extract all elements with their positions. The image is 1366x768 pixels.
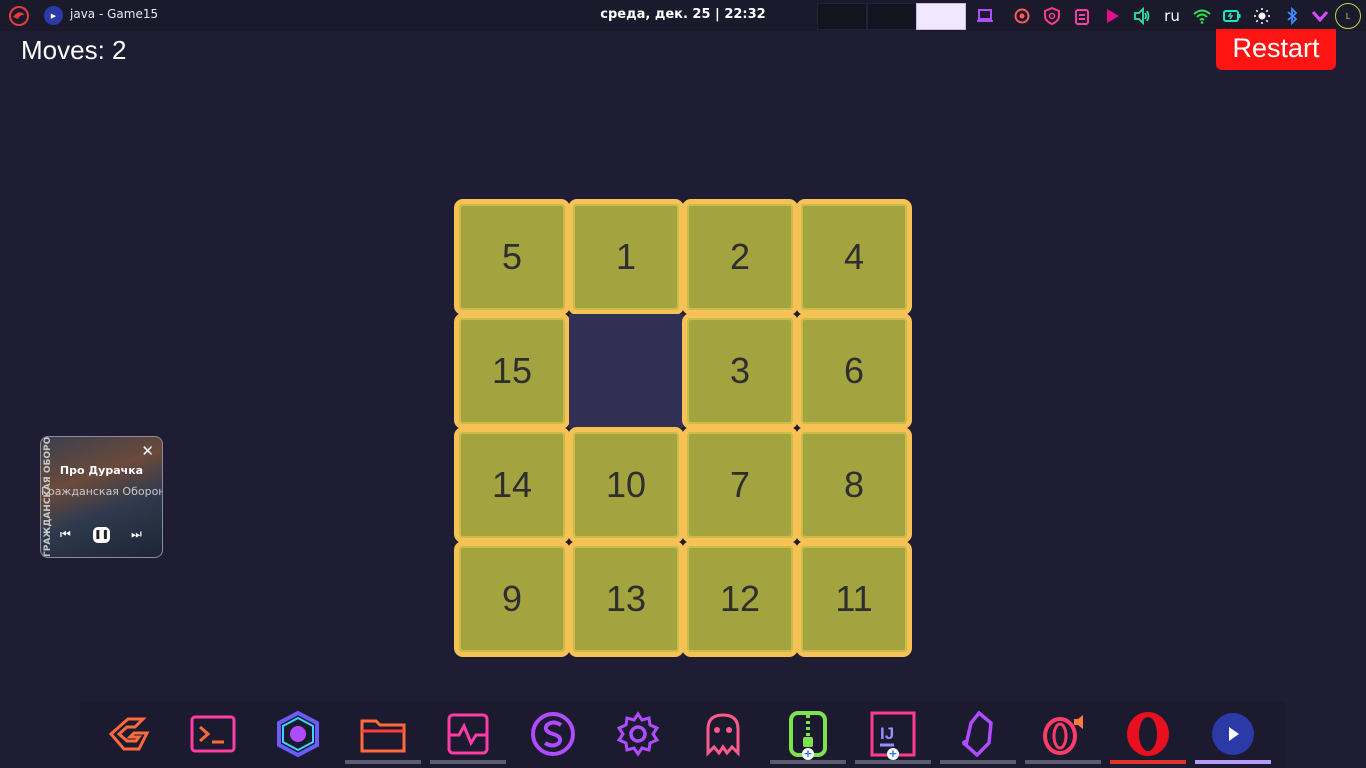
- top-panel: ▶ java - Game15 среда, дек. 25 | 22:32 r…: [0, 0, 1366, 31]
- stealth-app-icon[interactable]: [260, 706, 336, 762]
- puzzle-tile[interactable]: 3: [682, 313, 798, 429]
- laptop-icon[interactable]: [974, 4, 996, 28]
- puzzle-tile[interactable]: 5: [454, 199, 570, 315]
- running-indicator: [770, 760, 846, 764]
- running-indicator: [1195, 760, 1271, 764]
- running-indicator: [940, 760, 1016, 764]
- system-monitor-icon[interactable]: [430, 706, 506, 764]
- archive-manager-icon[interactable]: +: [770, 706, 846, 764]
- track-title: Про Дурачка: [59, 464, 144, 477]
- media-player-widget[interactable]: ГРАЖДАНСКАЯ ОБОРОНА ✕ Про Дурачка Гражда…: [40, 436, 163, 558]
- ghost-app-icon[interactable]: [685, 706, 761, 762]
- running-indicator: [345, 760, 421, 764]
- files-icon[interactable]: [345, 706, 421, 764]
- puzzle-tile[interactable]: 14: [454, 427, 570, 543]
- running-indicator: [1110, 760, 1186, 764]
- volume-icon[interactable]: [1131, 4, 1153, 28]
- puzzle-tile[interactable]: 8: [796, 427, 912, 543]
- intellij-idea-icon[interactable]: IJ +: [855, 706, 931, 764]
- app-launcher-icon[interactable]: [90, 706, 166, 762]
- workspace-2[interactable]: [867, 3, 917, 30]
- distro-logo-icon[interactable]: [8, 5, 30, 27]
- puzzle-tile[interactable]: 9: [454, 541, 570, 657]
- close-icon[interactable]: ✕: [141, 442, 154, 460]
- s-app-icon[interactable]: [515, 706, 591, 762]
- puzzle-tile[interactable]: 10: [568, 427, 684, 543]
- workspace-1[interactable]: [817, 3, 867, 30]
- restart-button[interactable]: Restart: [1216, 29, 1336, 70]
- plus-badge-icon: +: [887, 747, 899, 760]
- terminal-icon[interactable]: [175, 706, 251, 762]
- puzzle-tile[interactable]: 4: [796, 199, 912, 315]
- puzzle-tile[interactable]: 6: [796, 313, 912, 429]
- puzzle-tile[interactable]: 2: [682, 199, 798, 315]
- opera-icon[interactable]: [1110, 706, 1186, 764]
- puzzle-tile[interactable]: 7: [682, 427, 798, 543]
- window-title: java - Game15: [70, 7, 159, 21]
- brightness-icon[interactable]: [1251, 4, 1273, 28]
- svg-text:IJ: IJ: [880, 724, 894, 743]
- running-indicator: [1025, 760, 1101, 764]
- empty-cell: [569, 314, 683, 428]
- power-profile-icon[interactable]: [1011, 4, 1033, 28]
- workspace-3[interactable]: [916, 3, 966, 30]
- play-icon[interactable]: [1101, 4, 1123, 28]
- puzzle-tile[interactable]: 1: [568, 199, 684, 315]
- language-indicator[interactable]: ru: [1160, 4, 1184, 28]
- java-app-icon[interactable]: [1195, 706, 1271, 764]
- obsidian-icon[interactable]: [940, 706, 1016, 764]
- opera-gx-icon[interactable]: [1025, 706, 1101, 764]
- user-avatar[interactable]: L: [1335, 3, 1361, 29]
- puzzle-tile[interactable]: 12: [682, 541, 798, 657]
- next-track-icon[interactable]: ⏭: [131, 527, 142, 542]
- clipboard-icon[interactable]: [1071, 4, 1093, 28]
- battery-icon[interactable]: [1221, 4, 1243, 28]
- moves-counter: Moves: 2: [21, 35, 127, 65]
- bluetooth-icon[interactable]: [1281, 4, 1303, 28]
- puzzle-tile[interactable]: 15: [454, 313, 570, 429]
- previous-track-icon[interactable]: ⏮: [60, 527, 71, 542]
- settings-icon[interactable]: [600, 706, 676, 762]
- chevron-down-icon[interactable]: [1309, 4, 1331, 28]
- puzzle-tile[interactable]: 13: [568, 541, 684, 657]
- running-indicator: [430, 760, 506, 764]
- track-artist: Гражданская Оборона: [41, 485, 162, 498]
- active-app-icon: ▶: [44, 6, 63, 25]
- wifi-icon[interactable]: [1191, 4, 1213, 28]
- shield-icon[interactable]: [1041, 4, 1063, 28]
- puzzle-tile[interactable]: 11: [796, 541, 912, 657]
- running-indicator: [855, 760, 931, 764]
- puzzle-board: 5 1 2 4 15 3 6 14 10 7 8 9 13 12 11: [454, 199, 912, 657]
- dock: + IJ +: [80, 702, 1285, 768]
- pause-icon[interactable]: ❚❚: [93, 527, 110, 543]
- plus-badge-icon: +: [802, 747, 814, 760]
